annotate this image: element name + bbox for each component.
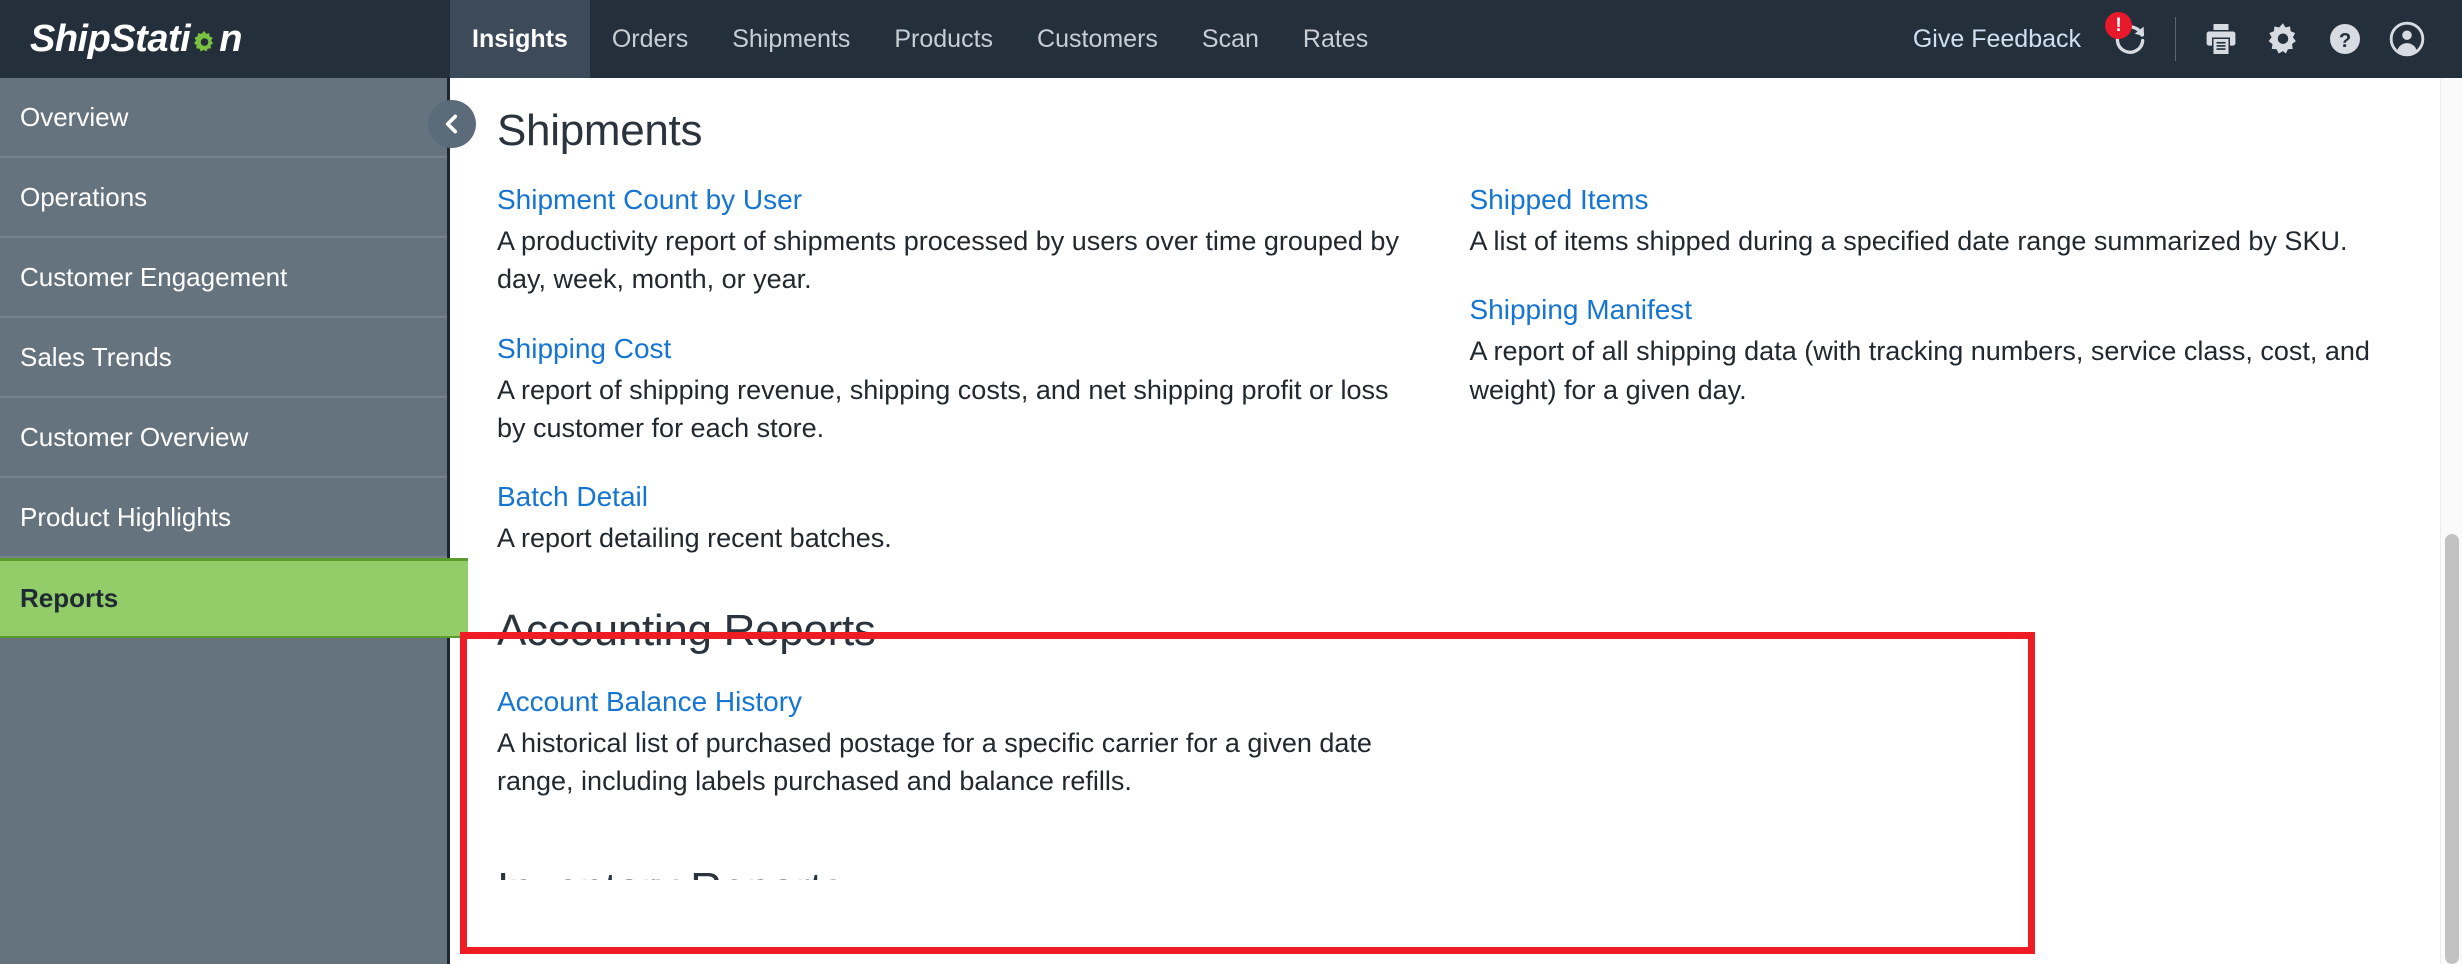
report-link-shipping-cost[interactable]: Shipping Cost (497, 333, 1410, 365)
main-navigation: Insights Orders Shipments Products Custo… (450, 0, 1390, 78)
page-title-inventory-reports-clipped: Inventory Reports (497, 864, 2402, 880)
sidebar-item-label: Product Highlights (20, 501, 231, 532)
printer-icon (2206, 24, 2236, 54)
sidebar-collapse-button[interactable] (428, 100, 476, 148)
svg-text:?: ? (2339, 30, 2351, 52)
alert-badge: ! (2105, 12, 2132, 39)
nav-tab-scan[interactable]: Scan (1180, 0, 1281, 78)
sidebar-item-sales-trends[interactable]: Sales Trends (0, 318, 447, 398)
main-content: Shipments Shipment Count by User A produ… (453, 78, 2462, 964)
shipstation-app: ShipStati n Insights Orders Shipments Pr… (0, 0, 2462, 964)
report-link-batch-detail[interactable]: Batch Detail (497, 481, 1410, 513)
page-title-shipments: Shipments (497, 106, 703, 155)
report-link-shipped-items[interactable]: Shipped Items (1470, 184, 2403, 216)
refresh-button[interactable]: ! (2099, 0, 2161, 78)
accounting-reports-section: Accounting Reports Account Balance Histo… (497, 592, 2402, 835)
report-description: A report of shipping revenue, shipping c… (497, 374, 1389, 443)
sidebar-item-label: Customer Overview (20, 421, 249, 452)
report-link-account-balance-history[interactable]: Account Balance History (497, 686, 1410, 718)
gear-icon (191, 29, 218, 56)
report-description: A productivity report of shipments proce… (497, 226, 1399, 295)
sidebar-navigation: Overview Operations Customer Engagement … (0, 78, 468, 964)
sidebar-item-label: Overview (20, 101, 129, 132)
report-item: Shipment Count by User A productivity re… (497, 184, 1410, 299)
sidebar-item-operations[interactable]: Operations (0, 158, 447, 238)
sidebar-item-customer-overview[interactable]: Customer Overview (0, 398, 447, 478)
help-button[interactable]: ? (2314, 0, 2376, 78)
brand-logo-text: ShipStati n (30, 18, 242, 61)
report-link-shipment-count-by-user[interactable]: Shipment Count by User (497, 184, 1410, 216)
report-item: Account Balance History A historical lis… (497, 686, 1410, 801)
nav-tab-products[interactable]: Products (872, 0, 1015, 78)
sidebar-item-reports[interactable]: Reports (0, 558, 468, 638)
accounting-right-column (1450, 686, 2403, 835)
shipments-right-column: Shipped Items A list of items shipped du… (1450, 184, 2403, 592)
settings-button[interactable] (2252, 0, 2314, 78)
nav-tab-orders[interactable]: Orders (590, 0, 710, 78)
page-title-accounting-reports: Accounting Reports (497, 605, 876, 655)
accounting-left-column: Account Balance History A historical lis… (497, 686, 1450, 835)
shipments-report-grid: Shipment Count by User A productivity re… (497, 184, 2402, 592)
sidebar-item-product-highlights[interactable]: Product Highlights (0, 478, 447, 558)
report-description: A historical list of purchased postage f… (497, 727, 1372, 796)
help-icon: ? (2330, 24, 2360, 54)
report-item: Batch Detail A report detailing recent b… (497, 481, 1410, 557)
sidebar-item-customer-engagement[interactable]: Customer Engagement (0, 238, 447, 318)
report-item: Shipped Items A list of items shipped du… (1470, 184, 2403, 260)
shipments-left-column: Shipment Count by User A productivity re… (497, 184, 1450, 592)
account-button[interactable] (2376, 0, 2438, 78)
sidebar-item-label: Operations (20, 181, 148, 212)
gear-icon (2268, 23, 2296, 54)
top-header-bar: ShipStati n Insights Orders Shipments Pr… (0, 0, 2462, 78)
header-actions: Give Feedback ! ? (1895, 0, 2462, 78)
sidebar-item-overview[interactable]: Overview (0, 78, 447, 158)
report-description: A report of all shipping data (with trac… (1469, 336, 2370, 405)
sidebar-item-label: Sales Trends (20, 341, 172, 372)
scrollbar-thumb[interactable] (2445, 534, 2459, 964)
report-item: Shipping Cost A report of shipping reven… (497, 333, 1410, 448)
report-link-shipping-manifest[interactable]: Shipping Manifest (1470, 294, 2403, 326)
header-divider (2175, 17, 2176, 61)
brand-logo[interactable]: ShipStati n (0, 0, 450, 78)
nav-tab-insights[interactable]: Insights (450, 0, 590, 78)
give-feedback-link[interactable]: Give Feedback (1895, 25, 2099, 54)
nav-tab-customers[interactable]: Customers (1015, 0, 1180, 78)
sidebar-item-label: Reports (20, 583, 119, 613)
brand-text-after: n (219, 17, 242, 60)
chevron-left-icon (445, 114, 458, 134)
print-button[interactable] (2190, 0, 2252, 78)
vertical-scrollbar[interactable] (2440, 78, 2462, 964)
nav-tab-shipments[interactable]: Shipments (710, 0, 872, 78)
accounting-report-grid: Account Balance History A historical lis… (497, 686, 2402, 835)
brand-text-before: ShipStati (30, 17, 191, 60)
report-description: A report detailing recent batches. (497, 523, 892, 554)
sidebar-item-label: Customer Engagement (20, 261, 288, 292)
nav-tab-rates[interactable]: Rates (1281, 0, 1390, 78)
user-avatar-icon (2389, 21, 2425, 57)
report-item: Shipping Manifest A report of all shippi… (1470, 294, 2403, 409)
report-description: A list of items shipped during a specifi… (1469, 226, 2348, 256)
